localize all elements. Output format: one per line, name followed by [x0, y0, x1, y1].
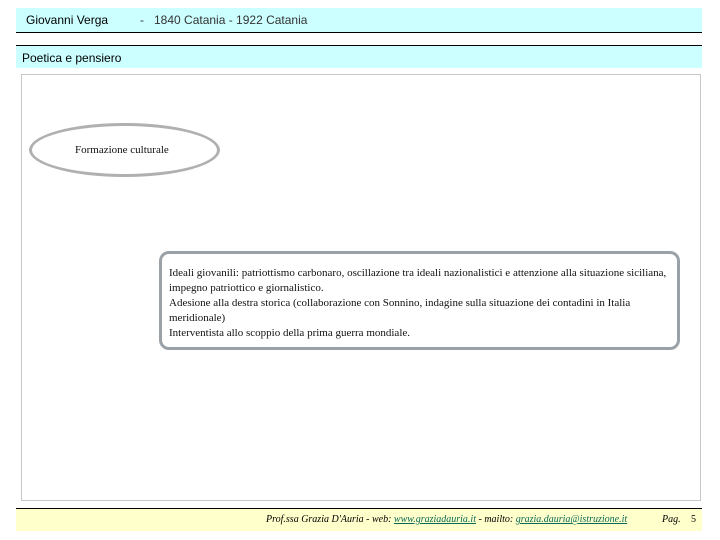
topic-ellipse: Formazione culturale	[29, 123, 220, 177]
page-title: Giovanni Verga	[26, 13, 109, 27]
text-line-interventionist: Interventista allo scoppio della prima g…	[169, 327, 411, 339]
footer-mailto-label: - mailto:	[478, 514, 514, 525]
section-title: Poetica e pensiero	[22, 51, 122, 65]
header-dates: 1840 Catania - 1922 Catania	[154, 13, 308, 27]
text-line-adhesion: Adesione alla destra storica (collaboraz…	[169, 297, 631, 324]
footer-web-label: web:	[371, 514, 392, 525]
footer-web-link[interactable]: www.graziadauria.it	[394, 514, 476, 525]
section-bar: Poetica e pensiero	[16, 45, 702, 68]
footer-author: Prof.ssa Grazia D'Auria	[266, 514, 364, 525]
footer-separator: -	[366, 514, 370, 525]
content-text-box: Ideali giovanili: patriottismo carbonaro…	[159, 251, 680, 350]
footer-page-number: 5	[691, 514, 696, 525]
ellipse-label: Formazione culturale	[75, 144, 169, 156]
footer-mail-link[interactable]: grazia.dauria@istruzione.it	[516, 514, 627, 525]
footer-bar: Prof.ssa Grazia D'Auria - web: www.grazi…	[16, 508, 702, 531]
footer-credits: Prof.ssa Grazia D'Auria - web: www.grazi…	[266, 509, 627, 531]
header-separator: -	[140, 13, 144, 27]
footer-page-label: Pag.	[662, 514, 681, 525]
text-line-ideals: Ideali giovanili: patriottismo carbonaro…	[169, 267, 667, 294]
header-bar: Giovanni Verga - 1840 Catania - 1922 Cat…	[16, 8, 702, 33]
